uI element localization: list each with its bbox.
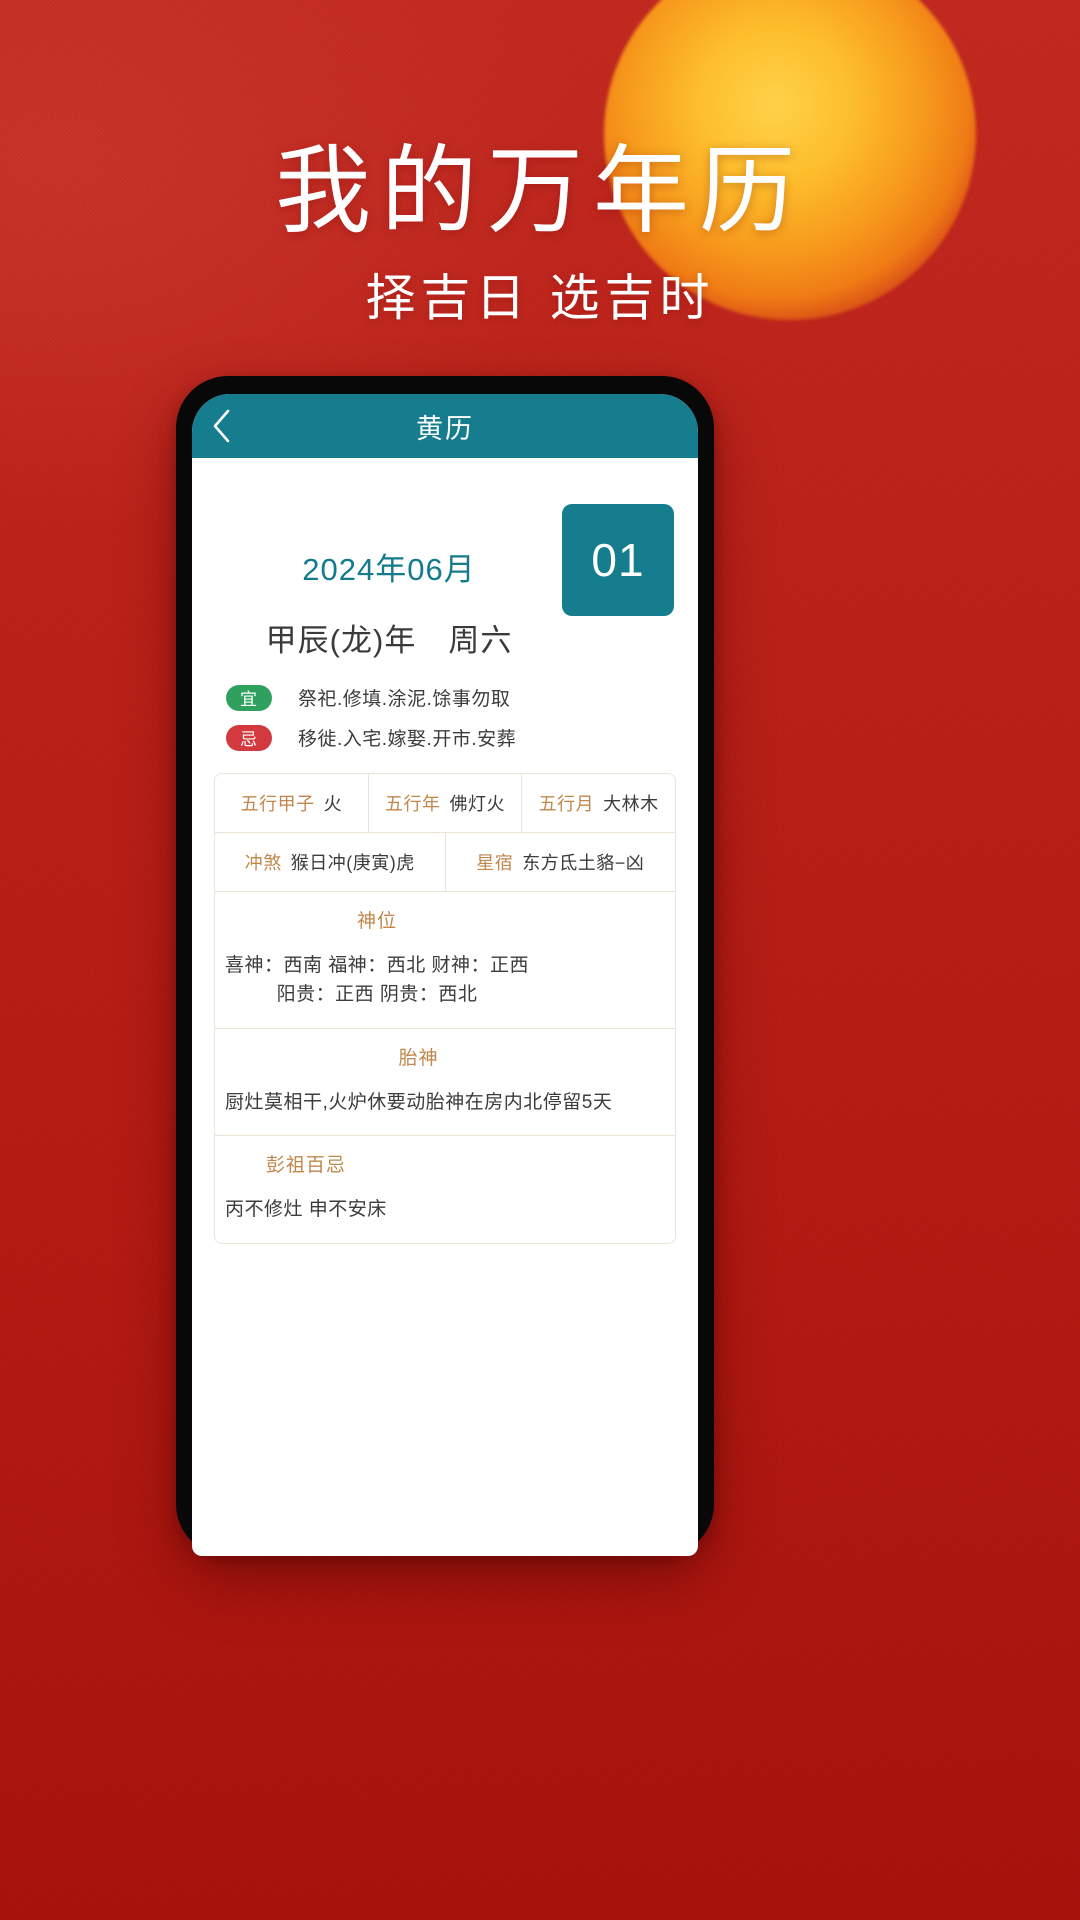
cell-chongsha: 冲煞 猴日冲(庚寅)虎 [215,833,446,891]
chevron-left-icon [211,409,231,443]
day-number-badge: 01 [562,504,674,616]
yi-text: 祭祀.修填.涂泥.馀事勿取 [298,689,511,710]
block-line: 丙不修灶 申不安床 [225,1199,387,1221]
table-row: 胎神 厨灶莫相干,火炉休要动胎神在房内北停留5天 [215,1029,675,1137]
cell-wuxing-year: 五行年 佛灯火 [369,774,523,832]
cell-label: 五行甲子 [240,794,315,814]
cell-label: 星宿 [476,853,514,873]
poster-headline: 我的万年历 择吉日 选吉时 [0,0,1080,328]
date-section: 2024年06月 甲辰(龙)年 周六 01 [192,458,698,660]
cell-value: 火 [323,794,343,814]
table-row: 冲煞 猴日冲(庚寅)虎 星宿 东方氐土貉−凶 [215,833,675,892]
table-row: 神位 喜神：西南 福神：西北 财神：正西 阳贵：正西 阴贵：西北 [215,892,675,1029]
cell-value: 佛灯火 [449,794,505,814]
block-shenwei: 神位 喜神：西南 福神：西北 财神：正西 阳贵：正西 阴贵：西北 [215,892,539,1028]
cell-label: 五行年 [385,794,441,814]
date-text-group: 2024年06月 甲辰(龙)年 周六 [216,498,562,660]
block-line: 厨灶莫相干,火炉休要动胎神在房内北停留5天 [225,1091,613,1113]
cell-value: 大林木 [603,794,659,814]
ji-badge: 忌 [226,724,272,751]
yi-badge: 宜 [226,684,272,711]
cell-label: 五行月 [538,794,595,814]
ji-text: 移徙.入宅.嫁娶.开市.安葬 [298,729,517,750]
app-header: 黄历 [192,394,698,458]
block-pengzu: 彭祖百忌 丙不修灶 申不安床 [215,1136,397,1242]
cell-wuxing-jiazi: 五行甲子火 [215,774,369,832]
yi-row: 宜 祭祀.修填.涂泥.馀事勿取 [226,684,674,711]
block-title: 神位 [357,911,398,932]
block-body: 喜神：西南 福神：西北 财神：正西 阳贵：正西 阴贵：西北 [225,951,529,1010]
cell-wuxing-month: 五行月 大林木 [522,774,675,832]
block-title: 胎神 [398,1047,439,1069]
table-row: 五行甲子火 五行年 佛灯火 五行月 大林木 [215,774,675,833]
app-header-title: 黄历 [416,413,474,444]
block-line: 喜神：西南 福神：西北 财神：正西 [225,955,530,976]
cell-value: 东方氐土貉−凶 [522,853,645,873]
page-title: 我的万年历 [275,138,805,245]
phone-mockup: 黄历 2024年06月 甲辰(龙)年 周六 01 宜 祭祀.修填.涂泥.馀事勿取… [176,376,714,1556]
cell-value: 猴日冲(庚寅)虎 [290,853,415,873]
ganzhi-weekday-label: 甲辰(龙)年 周六 [265,623,513,658]
block-title: 彭祖百忌 [265,1155,346,1177]
table-row: 彭祖百忌 丙不修灶 申不安床 [215,1136,675,1242]
cell-label: 冲煞 [244,853,282,873]
phone-screen: 黄历 2024年06月 甲辰(龙)年 周六 01 宜 祭祀.修填.涂泥.馀事勿取… [192,394,698,1556]
block-taishen: 胎神 厨灶莫相干,火炉休要动胎神在房内北停留5天 [215,1029,622,1135]
block-body: 厨灶莫相干,火炉休要动胎神在房内北停留5天 [225,1088,612,1117]
year-month-label: 2024年06月 [302,552,476,587]
cell-xingxiu: 星宿 东方氐土貉−凶 [446,833,676,891]
yi-ji-section: 宜 祭祀.修填.涂泥.馀事勿取 忌 移徙.入宅.嫁娶.开市.安葬 [192,660,698,751]
back-button[interactable] [192,394,250,458]
ji-row: 忌 移徙.入宅.嫁娶.开市.安葬 [226,724,674,751]
almanac-info-table: 五行甲子火 五行年 佛灯火 五行月 大林木 冲煞 猴日冲(庚寅)虎 星宿 东方氐土貉−凶 [214,773,676,1244]
block-line: 阳贵：正西 阴贵：西北 [276,984,478,1006]
page-subtitle: 择吉日 选吉时 [365,269,715,326]
block-body: 丙不修灶 申不安床 [225,1195,387,1224]
